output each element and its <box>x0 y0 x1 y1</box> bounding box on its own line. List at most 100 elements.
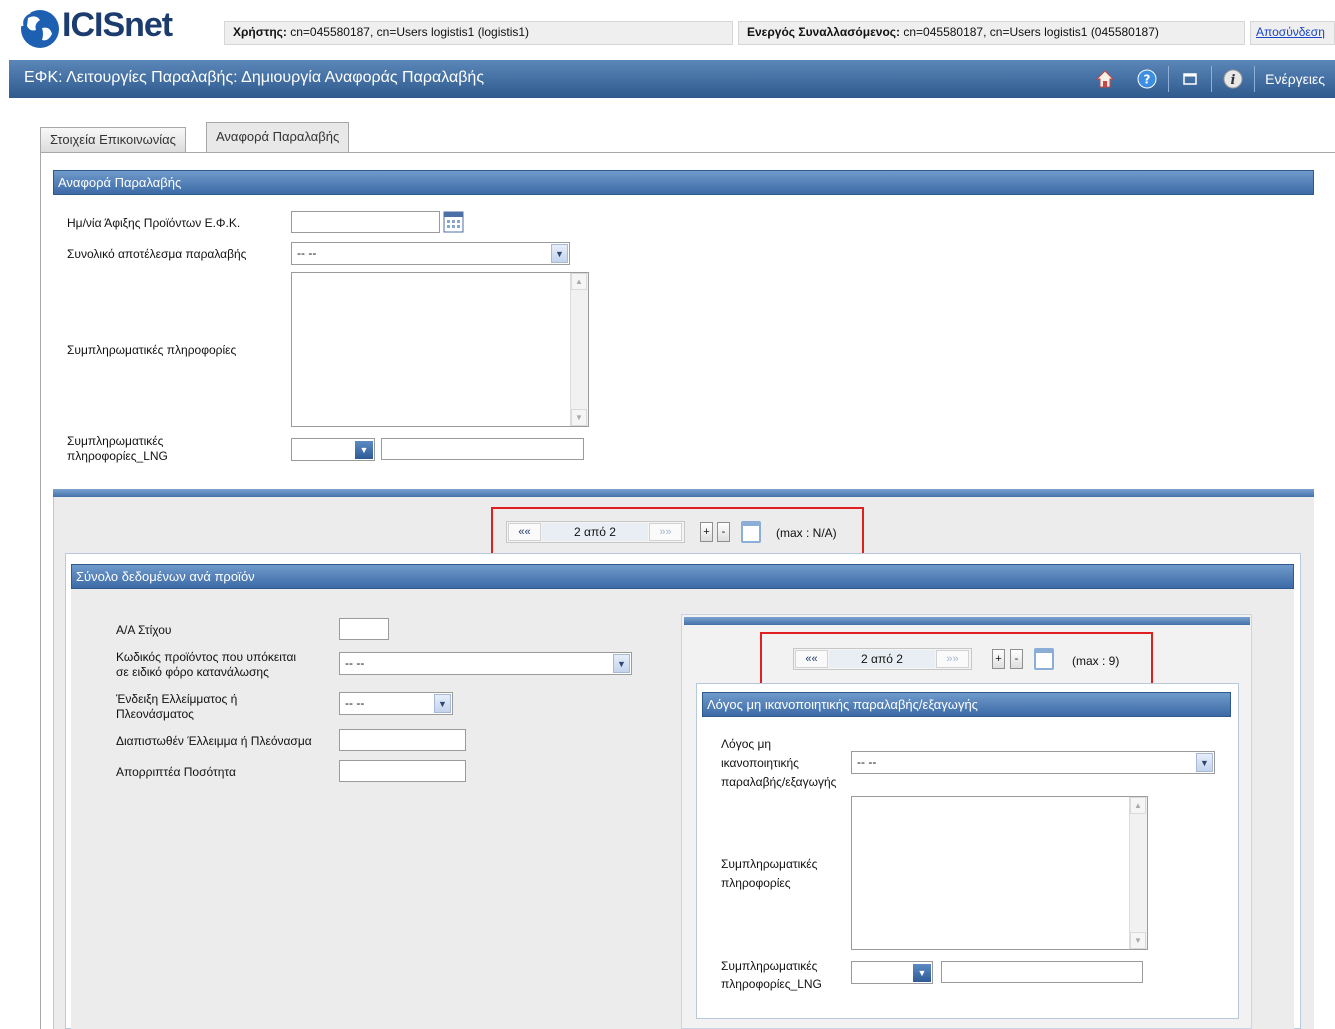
tab-contact-details[interactable]: Στοιχεία Επικοινωνίας <box>40 127 186 153</box>
arrival-date-input[interactable] <box>291 211 440 233</box>
reason-label: Λόγος μη ικανοποιητικής παραλαβής/εξαγωγ… <box>721 737 836 790</box>
calendar-icon[interactable] <box>443 211 464 233</box>
page-titlebar: ΕΦΚ: Λειτουργίες Παραλαβής: Δημιουργία Α… <box>9 60 1335 98</box>
outer-pager: «« 2 από 2 »» <box>506 521 685 543</box>
user-value: cn=045580187, cn=Users logistis1 (logist… <box>290 25 530 39</box>
line-number-input[interactable] <box>339 618 389 640</box>
tab-receipt-report[interactable]: Αναφορά Παραλαβής <box>206 122 350 153</box>
page-indicator: 2 από 2 <box>542 523 648 541</box>
receipt-report-header: Αναφορά Παραλαβής <box>53 170 1314 195</box>
reason-extra-info-label-line1: Συμπληρωματικές <box>721 857 818 871</box>
svg-text:?: ? <box>1144 73 1151 87</box>
overall-result-label: Συνολικό αποτέλεσμα παραλαβής <box>67 247 247 261</box>
logo-text: ICISnet <box>62 6 173 44</box>
extra-info-lng-input[interactable] <box>381 438 584 460</box>
help-icon[interactable]: ? <box>1135 67 1159 91</box>
toolbar-separator <box>1168 66 1170 92</box>
page-title: ΕΦΚ: Λειτουργίες Παραλαβής: Δημιουργία Α… <box>24 69 485 86</box>
reason-label-line2: ικανοποιητικής <box>721 756 799 770</box>
add-record-button[interactable]: + <box>992 649 1005 669</box>
actions-menu[interactable]: Ενέργειες <box>1255 71 1335 87</box>
reason-extra-info-lng-label-line1: Συμπληρωματικές <box>721 959 818 973</box>
scroll-up-icon[interactable]: ▲ <box>1130 797 1146 814</box>
chevron-down-icon: ▼ <box>355 441 373 459</box>
titlebar-toolbar: ? i Ενέργειες <box>1084 60 1335 98</box>
reason-extra-info-label: Συμπληρωματικές πληροφορίες <box>721 857 817 891</box>
page-indicator: 2 από 2 <box>829 650 935 668</box>
extra-info-lng-label-line1: Συμπληρωματικές <box>67 434 164 448</box>
active-trader-info: Ενεργός Συναλλασόμενος: cn=045580187, cn… <box>738 21 1245 45</box>
svg-text:i: i <box>1231 73 1236 88</box>
shortage-label: Ένδειξη Ελλείμματος ή Πλεονάσματος <box>116 692 237 722</box>
section-divider <box>53 489 1314 497</box>
chevron-down-icon: ▼ <box>1196 753 1213 772</box>
outer-pager-max: (max : N/A) <box>776 526 837 540</box>
user-label: Χρήστης: <box>233 25 287 39</box>
globe-icon <box>20 10 59 48</box>
toolbar-separator <box>1211 66 1213 92</box>
chevron-down-icon: ▼ <box>613 654 630 673</box>
textarea-scrollbar[interactable]: ▲ ▼ <box>1129 797 1147 949</box>
extra-info-lng-label: Συμπληρωματικές πληροφορίες_LNG <box>67 434 168 464</box>
shortage-select[interactable]: -- -- ▼ <box>339 692 453 715</box>
chevron-down-icon: ▼ <box>913 964 931 982</box>
remove-record-button[interactable]: - <box>717 522 730 542</box>
reason-extra-info-lng-label: Συμπληρωματικές πληροφορίες_LNG <box>721 959 822 992</box>
extra-info-label: Συμπληρωματικές πληροφορίες <box>67 343 237 357</box>
remove-record-button[interactable]: - <box>1010 649 1023 669</box>
logout-link[interactable]: Αποσύνδεση <box>1250 21 1335 45</box>
overall-result-select[interactable]: -- -- ▼ <box>291 242 570 265</box>
window-icon[interactable] <box>1178 67 1202 91</box>
product-code-label: Κωδικός προϊόντος που υπόκειται σε ειδικ… <box>116 650 296 680</box>
observed-shortage-input[interactable] <box>339 729 466 751</box>
arrival-date-label: Ημ/νία Άφιξης Προϊόντων Ε.Φ.Κ. <box>67 216 241 230</box>
product-code-value: -- -- <box>345 656 365 670</box>
product-set-header: Σύνολο δεδομένων ανά προϊόν <box>71 564 1294 589</box>
product-code-select[interactable]: -- -- ▼ <box>339 652 632 675</box>
info-icon[interactable]: i <box>1221 67 1245 91</box>
reason-extra-info-lng-input[interactable] <box>941 961 1143 983</box>
rejected-quantity-label: Απορριπτέα Ποσότητα <box>116 765 236 779</box>
user-info: Χρήστης: cn=045580187, cn=Users logistis… <box>224 21 733 45</box>
shortage-value: -- -- <box>345 696 365 710</box>
add-record-button[interactable]: + <box>700 522 713 542</box>
overall-result-value: -- -- <box>297 246 317 260</box>
scroll-down-icon[interactable]: ▼ <box>571 409 587 426</box>
first-page-button[interactable]: «« <box>795 650 828 668</box>
reason-label-line3: παραλαβής/εξαγωγής <box>721 775 837 789</box>
extra-info-textarea[interactable]: ▲ ▼ <box>291 272 589 427</box>
last-page-button[interactable]: »» <box>936 650 969 668</box>
reason-label-line1: Λόγος μη <box>721 737 772 751</box>
extra-info-lng-label-line2: πληροφορίες_LNG <box>67 449 168 463</box>
window-icon[interactable] <box>1034 648 1054 670</box>
inner-pager: «« 2 από 2 »» <box>793 648 972 670</box>
shortage-label-line2: Πλεονάσματος <box>116 707 194 721</box>
reason-header: Λόγος μη ικανοποιητικής παραλαβής/εξαγωγ… <box>702 692 1231 717</box>
window-icon[interactable] <box>741 521 761 543</box>
active-trader-label: Ενεργός Συναλλασόμενος: <box>747 25 901 39</box>
textarea-scrollbar[interactable]: ▲ ▼ <box>570 273 588 426</box>
reason-section-divider <box>684 617 1250 625</box>
shortage-label-line1: Ένδειξη Ελλείμματος ή <box>116 692 238 706</box>
language-select[interactable]: ▼ <box>851 961 933 984</box>
scroll-up-icon[interactable]: ▲ <box>571 273 587 290</box>
product-code-label-line2: σε ειδικό φόρο κατανάλωσης <box>116 665 269 679</box>
inner-pager-max: (max : 9) <box>1072 654 1120 668</box>
reason-value: -- -- <box>857 755 877 769</box>
line-number-label: Α/Α Στίχου <box>116 623 172 637</box>
reason-extra-info-textarea[interactable]: ▲ ▼ <box>851 796 1148 950</box>
last-page-button[interactable]: »» <box>649 523 682 541</box>
scroll-down-icon[interactable]: ▼ <box>1130 932 1146 949</box>
product-code-label-line1: Κωδικός προϊόντος που υπόκειται <box>116 650 297 664</box>
first-page-button[interactable]: «« <box>508 523 541 541</box>
language-select[interactable]: ▼ <box>291 438 375 461</box>
observed-shortage-label: Διαπιστωθέν Έλλειμμα ή Πλεόνασμα <box>116 734 312 748</box>
rejected-quantity-input[interactable] <box>339 760 466 782</box>
chevron-down-icon: ▼ <box>551 244 568 263</box>
reason-select[interactable]: -- -- ▼ <box>851 751 1215 774</box>
reason-extra-info-lng-label-line2: πληροφορίες_LNG <box>721 977 822 991</box>
home-icon[interactable] <box>1093 67 1117 91</box>
reason-extra-info-label-line2: πληροφορίες <box>721 876 791 890</box>
active-trader-value: cn=045580187, cn=Users logistis1 (045580… <box>903 25 1159 39</box>
chevron-down-icon: ▼ <box>434 694 451 713</box>
